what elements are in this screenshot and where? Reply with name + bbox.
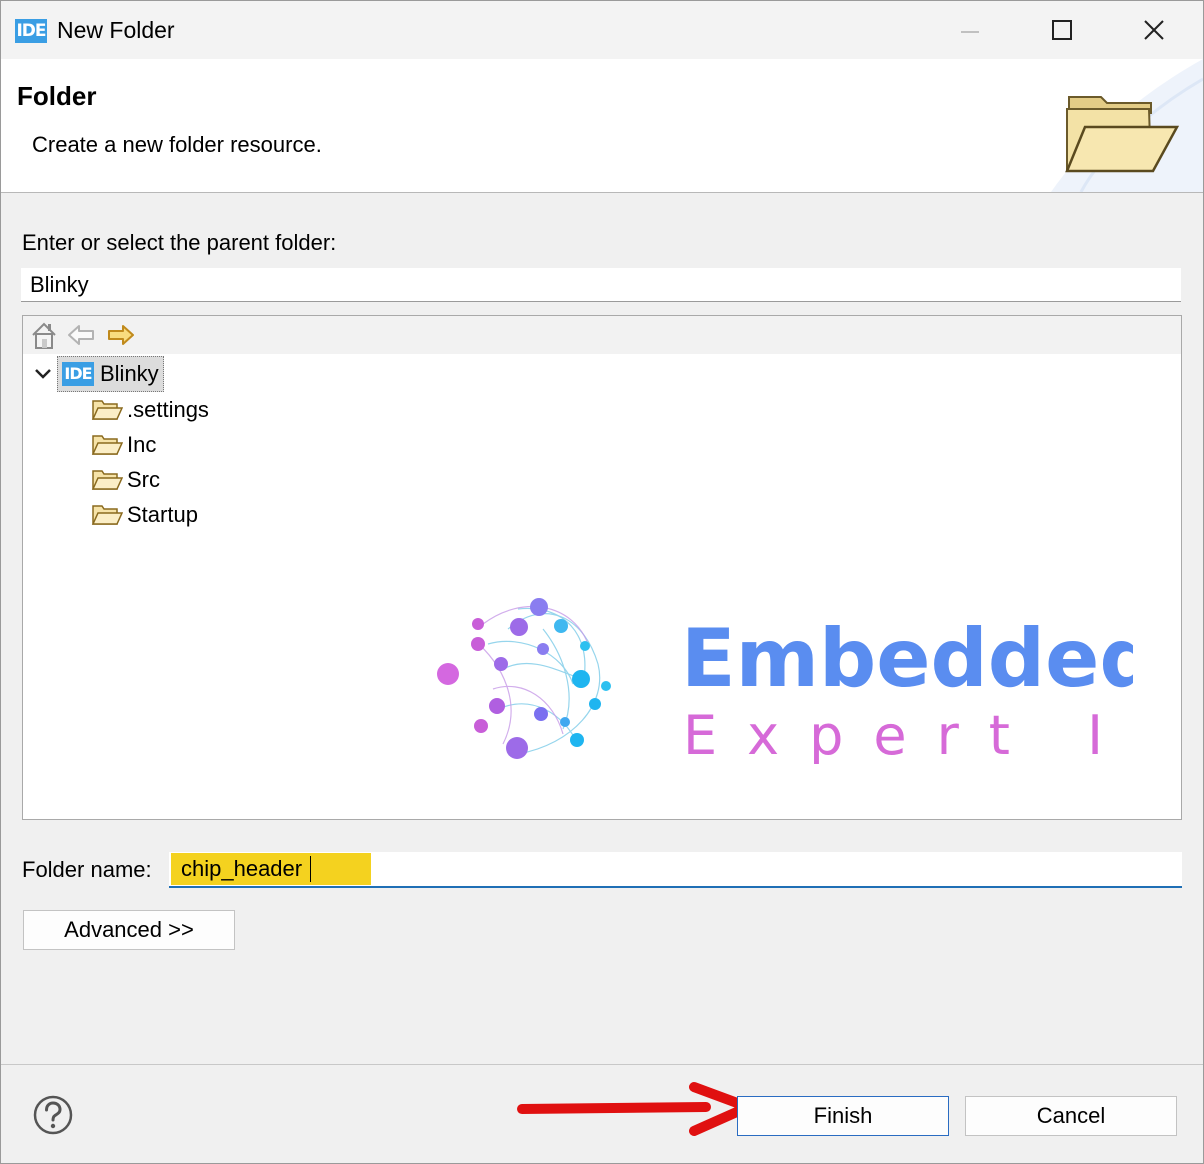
wizard-page-description: Create a new folder resource.	[32, 132, 322, 157]
close-icon	[1144, 20, 1164, 40]
open-folder-icon	[1065, 96, 1180, 173]
chevron-down-icon[interactable]	[33, 364, 53, 384]
finish-button[interactable]: Finish	[737, 1096, 949, 1136]
home-icon	[32, 322, 56, 349]
wizard-header-banner: Folder Create a new folder resource.	[1, 59, 1203, 193]
title-bar: IDE New Folder	[1, 1, 1203, 59]
forward-button[interactable]	[106, 320, 136, 350]
tree-item-label: Inc	[127, 432, 157, 457]
back-button[interactable]	[66, 320, 96, 350]
folder-name-input[interactable]: chip_header	[169, 852, 1182, 888]
maximize-button[interactable]	[1039, 13, 1085, 49]
parent-folder-label: Enter or select the parent folder:	[22, 230, 337, 255]
logo-text-embedded: Embedded	[681, 612, 1133, 705]
container-tree-panel[interactable]: IDE Blinky .settings Inc Src Startup Emb…	[22, 315, 1182, 820]
help-icon[interactable]	[32, 1094, 74, 1136]
tree-item-folder[interactable]: Inc	[91, 429, 156, 461]
folder-icon	[91, 400, 123, 420]
tree-item-folder[interactable]: Src	[91, 464, 160, 496]
tree-item-label: Startup	[127, 502, 198, 527]
wizard-page-title: Folder	[17, 81, 97, 111]
home-button[interactable]	[29, 320, 59, 350]
logo-text-expert-io: Expert IO	[683, 704, 1133, 764]
forward-arrow-icon	[108, 325, 134, 345]
text-caret	[310, 856, 311, 882]
embedded-expert-io-logo: Embedded Expert IO	[437, 598, 1133, 764]
advanced-button[interactable]: Advanced >>	[23, 910, 235, 950]
folder-icon	[91, 505, 123, 525]
folder-icon	[91, 435, 123, 455]
close-button[interactable]	[1131, 13, 1177, 49]
window-title: New Folder	[57, 17, 175, 43]
tree-item-label: Blinky	[100, 361, 159, 386]
red-arrow-annotation	[517, 1082, 753, 1136]
banner-swoosh	[1051, 59, 1203, 192]
back-arrow-icon	[68, 325, 94, 345]
footer-separator	[1, 1064, 1203, 1065]
parent-folder-input[interactable]	[21, 268, 1181, 302]
ide-app-icon: IDE	[15, 19, 47, 43]
tree-toolbar	[23, 316, 1181, 354]
ide-project-icon: IDE	[62, 362, 94, 386]
tree-item-folder[interactable]: .settings	[91, 394, 209, 426]
tree-item-folder[interactable]: Startup	[91, 499, 198, 531]
cancel-button[interactable]: Cancel	[965, 1096, 1177, 1136]
tree-item-label: Src	[127, 467, 160, 492]
minimize-button[interactable]	[947, 13, 993, 49]
minimize-icon	[961, 31, 979, 33]
maximize-icon	[1052, 20, 1072, 40]
tree-item-project[interactable]: IDE Blinky	[57, 356, 164, 392]
folder-name-value: chip_header	[181, 856, 303, 881]
new-folder-dialog: IDE New Folder Folder Create a new folde…	[0, 0, 1204, 1164]
folder-name-label: Folder name:	[22, 857, 152, 882]
folder-icon	[91, 470, 123, 490]
tree-item-label: .settings	[127, 397, 209, 422]
